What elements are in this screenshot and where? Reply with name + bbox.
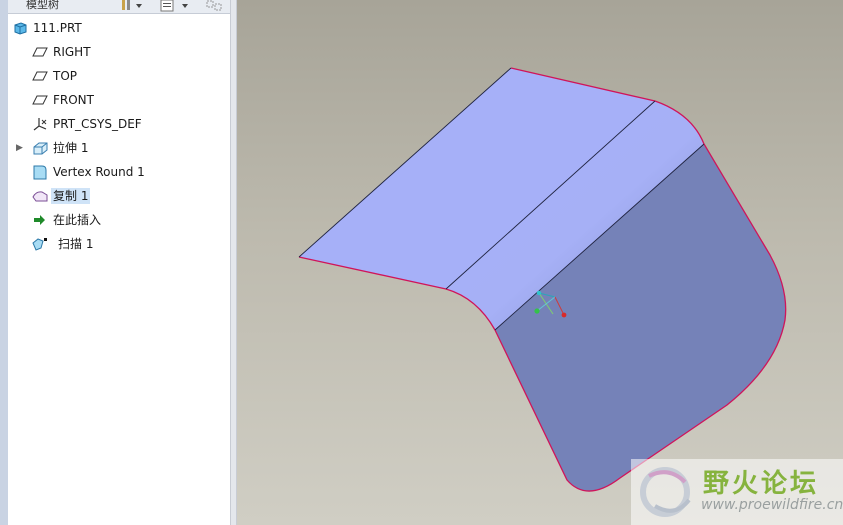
settings-icon xyxy=(122,0,142,10)
tree-item-label: 拉伸 1 xyxy=(53,141,89,155)
forum-watermark: 野火论坛 www.proewildfire.cn xyxy=(631,459,843,525)
copy-surface-icon xyxy=(32,188,48,204)
tree-item-label: 在此插入 xyxy=(53,213,102,227)
model-tree-toolbar: 模型树 xyxy=(8,0,230,14)
datum-plane-icon xyxy=(32,92,48,108)
coordinate-system-icon xyxy=(32,116,48,132)
tree-item-right[interactable]: RIGHT xyxy=(8,41,230,63)
model-tree-panel: 模型树 111.PRT RIGHT TOP FRONT PRT_CSYS_DEF… xyxy=(8,0,230,525)
tree-item-label: 扫描 1 xyxy=(58,237,94,251)
tree-item-part[interactable]: 111.PRT xyxy=(8,17,230,39)
tree-item-front[interactable]: FRONT xyxy=(8,89,230,111)
tree-item-insert-here[interactable]: 在此插入 xyxy=(8,209,230,231)
tree-item-sweep[interactable]: 扫描 1 xyxy=(8,233,230,255)
filter-icon xyxy=(206,0,222,11)
watermark-url: www.proewildfire.cn xyxy=(701,497,843,513)
extrude-icon xyxy=(32,140,48,156)
tree-item-csys[interactable]: PRT_CSYS_DEF xyxy=(8,113,230,135)
datum-plane-icon xyxy=(32,68,48,84)
graphics-viewport[interactable]: 野火论坛 www.proewildfire.cn xyxy=(237,0,843,525)
expand-arrow-icon[interactable]: ▶ xyxy=(16,142,26,154)
tree-item-label: 复制 1 xyxy=(51,188,91,204)
tree-item-label: TOP xyxy=(53,69,78,83)
tree-list-icon xyxy=(160,0,188,12)
datum-plane-icon xyxy=(32,44,48,60)
tree-item-label: 111.PRT xyxy=(33,21,82,35)
settings-dropdown-button[interactable] xyxy=(120,0,146,12)
sweep-icon xyxy=(32,236,48,252)
tree-item-vertex-round[interactable]: Vertex Round 1 xyxy=(8,161,230,183)
show-dropdown-button[interactable] xyxy=(160,0,194,12)
forum-logo-icon xyxy=(640,467,691,517)
tree-item-top[interactable]: TOP xyxy=(8,65,230,87)
tree-item-label: RIGHT xyxy=(53,45,91,59)
model-surface-render xyxy=(298,67,787,492)
tree-filter-button[interactable] xyxy=(206,0,224,12)
watermark-title: 野火论坛 xyxy=(703,469,820,499)
part-icon xyxy=(12,20,28,36)
vertex-round-icon xyxy=(32,164,48,180)
tree-item-copy[interactable]: 复制 1 xyxy=(8,185,230,207)
tree-item-label: FRONT xyxy=(53,93,94,107)
tree-item-label: PRT_CSYS_DEF xyxy=(53,117,142,131)
tree-item-label: Vertex Round 1 xyxy=(53,165,145,179)
tree-item-extrude[interactable]: ▶ 拉伸 1 xyxy=(8,137,230,159)
model-tree-title: 模型树 xyxy=(26,0,59,11)
insert-here-arrow-icon xyxy=(32,212,48,228)
panel-splitter[interactable] xyxy=(230,0,237,525)
